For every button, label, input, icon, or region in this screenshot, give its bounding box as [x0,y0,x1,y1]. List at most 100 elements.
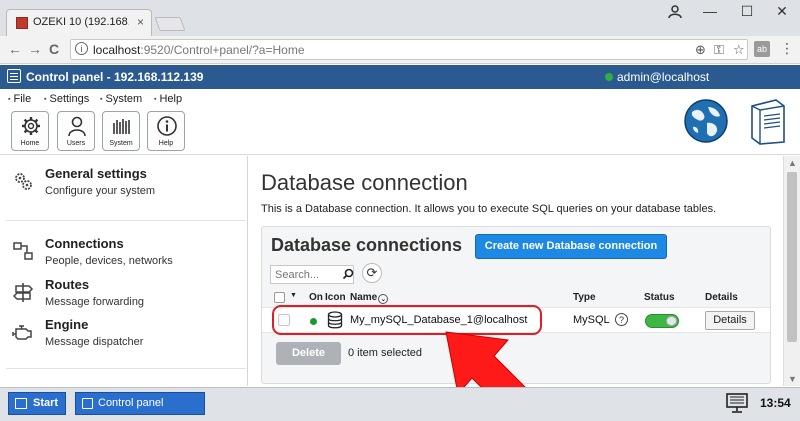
scrollbar-thumb[interactable] [787,172,797,342]
minimize-button[interactable]: — [692,3,728,19]
control-panel-task-icon [82,398,93,409]
user-icon [68,116,86,137]
start-icon [15,398,27,409]
engine-icon [12,325,32,340]
search-icon[interactable] [342,268,354,280]
user-label[interactable]: admin@localhost [617,70,709,84]
browser-titlebar: OZEKI 10 (192.168.112.13 × — ☐ ✕ [0,0,800,36]
site-info-icon[interactable]: i [75,42,88,55]
system-bars-icon [113,119,130,134]
details-button[interactable]: Details [705,311,755,330]
taskbar-control-panel-button[interactable]: Control panel [75,392,205,415]
start-label: Start [33,397,59,409]
gear-icon [22,117,40,135]
url-text[interactable]: localhost:9520/Control+panel/?a=Home [93,43,305,57]
task-label: Control panel [98,397,164,409]
signpost-icon [12,283,34,302]
toolbar-help-label: Help [158,140,174,147]
url-input[interactable]: i localhost:9520/Control+panel/?a=Home ⊕… [70,39,748,60]
browser-menu-icon[interactable]: ⋮ [780,40,794,57]
delete-button[interactable]: Delete [276,342,341,365]
toolbar-help-button[interactable]: Help [147,111,185,151]
info-icon [157,116,177,136]
toolbar-home-button[interactable]: Home [11,111,49,151]
select-all-checkbox[interactable] [274,292,285,303]
zoom-icon[interactable]: ⊕ [695,42,706,58]
connections-icon [13,242,33,260]
sidebar-item-engine[interactable]: Engine Message dispatcher [0,315,247,351]
extension-icon[interactable]: ab [754,41,770,57]
start-button[interactable]: Start [8,392,66,415]
sidebar-item-general-settings[interactable]: General settings Configure your system [0,164,247,220]
toolbar-system-button[interactable]: System [102,111,140,151]
status-toggle[interactable] [645,314,679,328]
tab-title: OZEKI 10 (192.168.112.13 [33,16,129,28]
sidebar-item-subtitle: Message dispatcher [45,336,144,348]
online-status-icon [605,73,613,81]
url-path: :9520/Control+panel/?a=Home [140,43,305,57]
menu-settings[interactable]: Settings [44,93,89,105]
tab-close-icon[interactable]: × [137,15,144,29]
toolbar-home-label: Home [20,140,40,147]
bookmark-star-icon[interactable]: ☆ [733,42,745,58]
column-name[interactable]: Name ⌄ [350,292,389,304]
main-scrollbar[interactable]: ▲ ▼ [783,156,800,386]
column-status: Status [644,292,675,303]
column-name-label: Name [350,292,378,303]
scroll-down-icon[interactable]: ▼ [788,374,797,384]
toggle-knob [666,316,677,326]
app-header: Control panel - 192.168.112.139 admin@lo… [0,65,800,89]
sidebar-item-title: Engine [45,317,89,332]
key-icon[interactable]: ⚿ [714,42,724,58]
sidebar-item-subtitle: People, devices, networks [45,255,173,267]
menu-system[interactable]: System [100,93,142,105]
sidebar-item-routes[interactable]: Routes Message forwarding [0,275,247,311]
connection-type: MySQL [573,314,610,326]
column-on: On [309,292,323,303]
toolbar-users-label: Users [66,140,86,147]
sidebar-divider [6,368,246,369]
toolbar-users-button[interactable]: Users [57,111,95,151]
url-host: localhost [93,43,141,57]
browser-tab[interactable]: OZEKI 10 (192.168.112.13 × [6,9,152,36]
clock: 13:54 [760,396,791,410]
sidebar-item-connections[interactable]: Connections People, devices, networks [0,234,247,270]
selected-count: 0 item selected [348,347,422,359]
sidebar-item-subtitle: Configure your system [45,185,156,197]
page-description: This is a Database connection. It allows… [261,203,717,215]
sidebar-item-title: Routes [45,277,90,292]
ozeki-favicon-icon [16,17,28,29]
new-tab-button[interactable] [154,17,186,31]
globe-icon [684,99,728,143]
page-title: Database connection [261,170,468,195]
profile-icon[interactable] [668,4,682,18]
reload-button[interactable]: C [49,41,59,57]
refresh-icon[interactable]: ⟳ [362,263,382,283]
menu-file[interactable]: File [8,93,31,105]
sort-chevron-icon[interactable]: ⌄ [378,294,389,304]
scroll-up-icon[interactable]: ▲ [788,158,797,168]
taskbar: Start Control panel 13:54 [0,387,800,421]
control-panel-icon [7,69,21,83]
chevron-down-icon[interactable]: ▼ [290,292,297,299]
close-window-button[interactable]: ✕ [764,3,800,20]
menu-toolbar: File Settings System Help Home Users [0,89,800,155]
address-bar: ← → C i localhost:9520/Control+panel/?a=… [0,36,800,64]
sidebar-item-title: General settings [45,166,147,181]
help-icon[interactable]: ? [615,313,628,326]
column-icon: Icon [325,292,346,303]
menu-help[interactable]: Help [154,93,182,105]
app-title: Control panel - 192.168.112.139 [26,70,204,84]
column-type: Type [573,292,596,303]
toolbar-system-label: System [109,140,133,147]
maximize-button[interactable]: ☐ [729,3,765,20]
sidebar: General settings Configure your system C… [0,156,248,386]
column-details: Details [705,292,738,303]
forward-button[interactable]: → [28,41,42,57]
sidebar-item-title: Connections [45,236,124,251]
sidebar-item-subtitle: Message forwarding [45,296,145,308]
back-button[interactable]: ← [8,41,22,57]
create-connection-button[interactable]: Create new Database connection [475,234,667,259]
monitor-icon[interactable] [726,393,748,413]
sidebar-divider [6,220,246,221]
